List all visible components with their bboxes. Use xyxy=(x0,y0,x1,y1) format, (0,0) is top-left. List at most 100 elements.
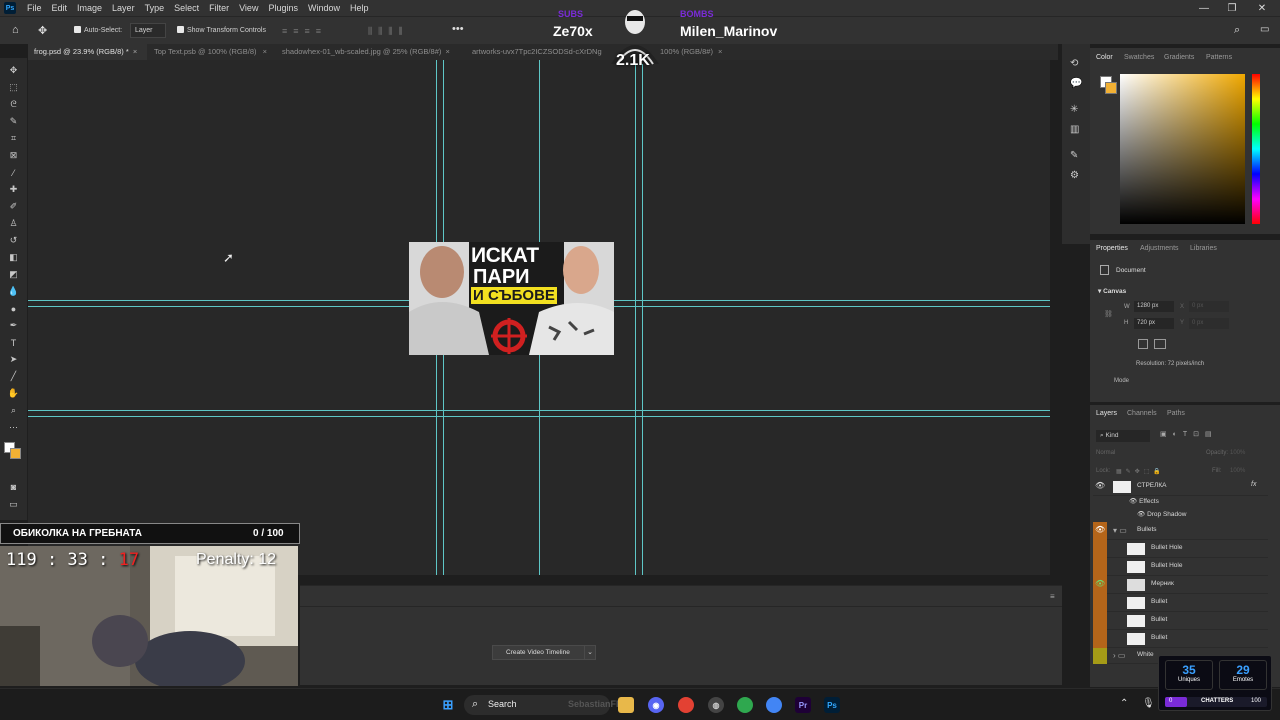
align-buttons[interactable]: ≡≡≡≡ xyxy=(282,26,342,36)
actions-icon[interactable]: ▥ xyxy=(1070,124,1082,136)
blur-tool-icon[interactable]: 💧 xyxy=(7,285,20,298)
chevron-down-icon[interactable]: ⌄ xyxy=(584,645,596,660)
home-icon[interactable]: ⌂ xyxy=(12,24,26,38)
brush-settings-icon[interactable]: ✎ xyxy=(1070,150,1082,162)
tray-chevron-icon[interactable]: ⌃ xyxy=(1120,698,1128,709)
tab-libraries[interactable]: Libraries xyxy=(1190,245,1217,252)
comments-icon[interactable]: 💬 xyxy=(1070,78,1082,90)
tab-close-icon[interactable]: × xyxy=(445,47,449,56)
frame-tool-icon[interactable]: ⊠ xyxy=(7,149,20,162)
hue-slider[interactable] xyxy=(1252,74,1260,224)
link-icon[interactable]: ⛓ xyxy=(1104,310,1113,318)
width-field[interactable]: 1280 px xyxy=(1134,301,1174,312)
background-color[interactable] xyxy=(10,448,21,459)
eye-icon[interactable]: 👁 xyxy=(1129,498,1137,505)
tab-artworks[interactable]: artworks-uvx7Tpc2ICZSODSd-cXrDNg xyxy=(466,44,602,60)
tab-swatches[interactable]: Swatches xyxy=(1124,54,1154,61)
maximize-icon[interactable]: ❐ xyxy=(1218,0,1246,16)
menu-help[interactable]: Help xyxy=(350,3,369,13)
tab-close-icon[interactable]: × xyxy=(133,47,137,56)
photoshop-taskbar-icon[interactable]: Ps xyxy=(824,697,840,713)
premiere-icon[interactable]: Pr xyxy=(795,697,811,713)
menu-image[interactable]: Image xyxy=(77,3,102,13)
layer-row[interactable]: 👁 Мерник xyxy=(1093,576,1268,594)
blend-mode[interactable]: Normal xyxy=(1096,450,1115,456)
gradient-tool-icon[interactable]: ◩ xyxy=(7,268,20,281)
healing-tool-icon[interactable]: ✚ xyxy=(7,183,20,196)
visibility-toggle[interactable] xyxy=(1093,630,1107,648)
search-icon[interactable]: ⌕ xyxy=(1234,24,1246,36)
move-tool-icon[interactable]: ✥ xyxy=(38,24,52,38)
layer-row[interactable]: 👁 СТРЕЛКА fx xyxy=(1093,478,1268,496)
tab-color[interactable]: Color xyxy=(1096,54,1113,61)
close-icon[interactable]: ✕ xyxy=(1248,0,1276,16)
auto-select-checkbox[interactable]: Auto-Select: xyxy=(74,26,122,34)
kind-filter[interactable]: ⌕ Kind xyxy=(1096,430,1150,442)
tab-adjustments[interactable]: Adjustments xyxy=(1140,245,1179,252)
layer-row[interactable]: Bullet xyxy=(1093,630,1268,648)
path-select-icon[interactable]: ➤ xyxy=(7,353,20,366)
menu-window[interactable]: Window xyxy=(308,3,340,13)
taskbar-search[interactable]: ⌕ Search SebastianFPS xyxy=(464,695,628,715)
canvas-section[interactable]: ▾ Canvas xyxy=(1098,287,1126,295)
hand-tool-icon[interactable]: ✋ xyxy=(7,387,20,400)
discord-icon[interactable]: ◉ xyxy=(648,697,664,713)
lasso-tool-icon[interactable]: ᘓ xyxy=(7,98,20,111)
crop-tool-icon[interactable]: ⌗ xyxy=(7,132,20,145)
show-transform-checkbox[interactable]: Show Transform Controls xyxy=(177,26,266,34)
menu-view[interactable]: View xyxy=(239,3,258,13)
layer-row[interactable]: Bullet xyxy=(1093,612,1268,630)
workspace-icon[interactable]: ▭ xyxy=(1260,24,1272,36)
y-field[interactable]: 0 px xyxy=(1189,318,1229,329)
history-panel-icon[interactable]: ⟲ xyxy=(1070,58,1082,70)
more-tools-icon[interactable]: ⋯ xyxy=(7,421,20,434)
eye-icon[interactable]: 👁 xyxy=(1137,511,1145,518)
fill-value[interactable]: 100% xyxy=(1230,468,1245,474)
layer-row[interactable]: Bullet Hole xyxy=(1093,558,1268,576)
layer-group-row[interactable]: 👁 ▾ ▭ Bullets xyxy=(1093,522,1268,540)
microphone-icon[interactable]: 🎙 xyxy=(1142,698,1155,709)
chrome-second-icon[interactable] xyxy=(766,697,782,713)
layer-row[interactable]: Bullet Hole xyxy=(1093,540,1268,558)
visibility-toggle[interactable] xyxy=(1093,594,1107,612)
landscape-orientation-icon[interactable] xyxy=(1154,339,1166,349)
chrome-icon[interactable] xyxy=(678,697,694,713)
x-field[interactable]: 0 px xyxy=(1189,301,1229,312)
tab-layers[interactable]: Layers xyxy=(1096,410,1117,417)
chrome-profile-icon[interactable] xyxy=(737,697,753,713)
quick-mask-icon[interactable]: ◙ xyxy=(7,480,20,493)
menu-select[interactable]: Select xyxy=(174,3,199,13)
marquee-tool-icon[interactable]: ⬚ xyxy=(7,81,20,94)
menu-edit[interactable]: Edit xyxy=(52,3,68,13)
more-options-icon[interactable]: ••• xyxy=(452,23,466,37)
stamp-tool-icon[interactable]: ♙ xyxy=(7,217,20,230)
portrait-orientation-icon[interactable] xyxy=(1138,339,1148,349)
tab-gradients[interactable]: Gradients xyxy=(1164,54,1194,61)
distribute-buttons[interactable]: ⫼⫼⫼⫼ xyxy=(368,26,438,36)
pen-tool-icon[interactable]: ✒ xyxy=(7,319,20,332)
tab-shadowhex[interactable]: shadowhex-01_wb-scaled.jpg @ 25% (RGB/8#… xyxy=(276,44,464,60)
layer-select-dropdown[interactable]: Layer xyxy=(130,23,166,38)
properties-tune-icon[interactable]: ⚙ xyxy=(1070,170,1082,182)
screen-mode-icon[interactable]: ▭ xyxy=(7,498,20,511)
adjust-icon[interactable]: ✳ xyxy=(1070,104,1082,116)
visibility-toggle[interactable]: 👁 xyxy=(1093,478,1107,496)
menu-filter[interactable]: Filter xyxy=(209,3,229,13)
color-picker-field[interactable] xyxy=(1120,74,1245,224)
type-tool-icon[interactable]: T xyxy=(7,336,20,349)
menu-layer[interactable]: Layer xyxy=(112,3,135,13)
color-swatches[interactable] xyxy=(4,442,22,460)
visibility-toggle[interactable] xyxy=(1093,540,1107,558)
visibility-toggle[interactable]: 👁 xyxy=(1093,576,1107,594)
create-video-timeline-button[interactable]: Create Video Timeline xyxy=(492,645,588,660)
eraser-tool-icon[interactable]: ◧ xyxy=(7,251,20,264)
zoom-tool-icon[interactable]: ⌕ xyxy=(7,404,20,417)
brush-tool-icon[interactable]: ✐ xyxy=(7,200,20,213)
eyedropper-tool-icon[interactable]: ⁄ xyxy=(7,166,20,179)
tab-close-icon[interactable]: × xyxy=(718,47,722,56)
move-tool-icon[interactable]: ✥ xyxy=(7,64,20,77)
dodge-tool-icon[interactable]: ● xyxy=(7,302,20,315)
layer-filter-icons[interactable]: ▣◐T⊡▤ xyxy=(1160,430,1245,442)
history-brush-icon[interactable]: ↺ xyxy=(7,234,20,247)
minimize-icon[interactable]: — xyxy=(1190,0,1218,16)
